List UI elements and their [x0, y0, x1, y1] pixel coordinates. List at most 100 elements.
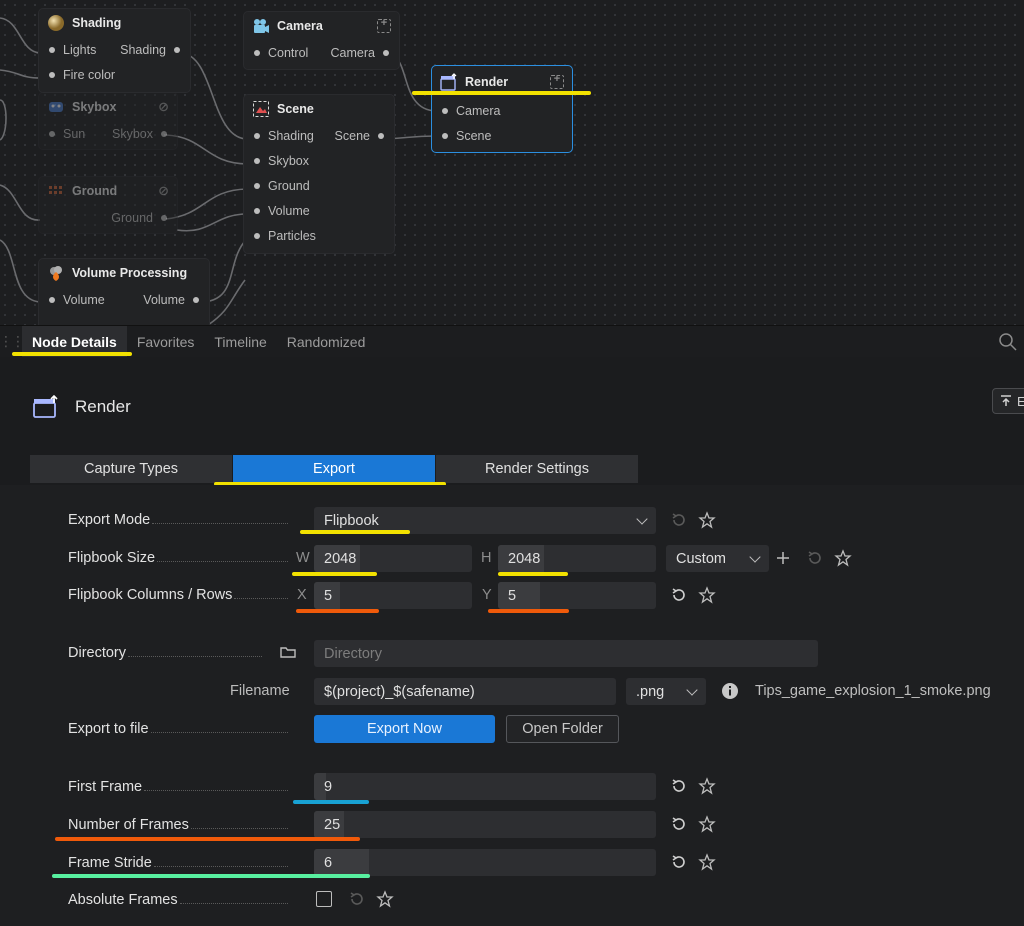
mute-icon[interactable]: ⊘: [158, 183, 169, 199]
port-label: Volume: [268, 203, 310, 218]
input-port[interactable]: [254, 182, 260, 189]
export-now-button[interactable]: Export Now: [314, 715, 495, 743]
star-icon[interactable]: [376, 890, 394, 908]
absolute-frames-label: Absolute Frames: [68, 892, 290, 908]
star-icon[interactable]: [698, 586, 716, 604]
flipbook-size-preset-select[interactable]: Custom: [666, 545, 769, 572]
filename-input[interactable]: $(project)_$(safename): [314, 678, 616, 705]
camera-node-header[interactable]: Camera: [244, 12, 399, 40]
skybox-node[interactable]: Skybox ⊘ Sun Skybox: [38, 92, 178, 150]
star-icon[interactable]: [698, 777, 716, 795]
flipbook-rows-value: 5: [508, 587, 517, 604]
plus-icon[interactable]: [774, 549, 792, 567]
tab-timeline[interactable]: Timeline: [204, 326, 276, 358]
chevron-down-icon: [636, 512, 648, 525]
frame-stride-input[interactable]: 6: [314, 849, 656, 876]
camera-node[interactable]: Camera Control Camera: [243, 11, 400, 70]
volume-processing-node[interactable]: Volume Processing Volume Volume: [38, 258, 210, 325]
file-extension-select[interactable]: .png: [626, 678, 706, 705]
reset-icon[interactable]: [670, 853, 688, 871]
input-port[interactable]: [254, 232, 260, 239]
output-port[interactable]: [161, 130, 167, 137]
render-node[interactable]: Render Camera Scene: [431, 65, 573, 153]
flipbook-columns-input[interactable]: 5: [314, 582, 472, 609]
flipbook-height-input[interactable]: 2048: [498, 545, 656, 572]
input-port[interactable]: [49, 296, 55, 303]
input-port[interactable]: [49, 71, 55, 78]
star-icon[interactable]: [834, 549, 852, 567]
scene-node-row-skybox[interactable]: Skybox: [244, 148, 394, 173]
input-port[interactable]: [442, 107, 448, 114]
flipbook-rows-input[interactable]: 5: [498, 582, 656, 609]
input-port[interactable]: [49, 130, 55, 137]
reset-icon[interactable]: [670, 777, 688, 795]
input-port[interactable]: [442, 132, 448, 139]
camera-node-row-control[interactable]: Control Camera: [244, 40, 399, 65]
scene-node-header[interactable]: Scene: [244, 95, 394, 123]
annotation-underline: [52, 874, 370, 878]
input-port[interactable]: [254, 157, 260, 164]
ground-node-row-ground[interactable]: Ground: [39, 205, 177, 230]
flipbook-width-input[interactable]: 2048: [314, 545, 472, 572]
tab-export[interactable]: Export: [233, 455, 435, 483]
star-icon[interactable]: [698, 511, 716, 529]
volume-processing-node-row-volume[interactable]: Volume Volume: [39, 287, 209, 312]
focus-icon[interactable]: [550, 73, 564, 89]
star-icon[interactable]: [698, 853, 716, 871]
frame-stride-value: 6: [324, 854, 333, 871]
port-label: Particles: [268, 228, 316, 243]
tab-capture-types[interactable]: Capture Types: [30, 455, 232, 483]
reset-icon[interactable]: [670, 815, 688, 833]
skybox-node-header[interactable]: Skybox ⊘: [39, 93, 177, 121]
input-port[interactable]: [49, 46, 55, 53]
input-port[interactable]: [254, 207, 260, 214]
folder-icon[interactable]: [279, 643, 297, 661]
directory-input[interactable]: Directory: [314, 640, 818, 667]
number-of-frames-input[interactable]: 25: [314, 811, 656, 838]
info-icon[interactable]: [721, 682, 739, 700]
width-axis-label: W: [296, 550, 310, 566]
scene-node-row-shading[interactable]: Shading Scene: [244, 123, 394, 148]
mute-icon[interactable]: ⊘: [158, 99, 169, 115]
scene-node-row-ground[interactable]: Ground: [244, 173, 394, 198]
shading-node[interactable]: Shading Lights Shading Fire color: [38, 8, 191, 93]
export-preset-button[interactable]: E: [992, 388, 1024, 414]
skybox-node-row-sun[interactable]: Sun Skybox: [39, 121, 177, 146]
ground-node-title: Ground: [72, 184, 118, 198]
focus-icon[interactable]: [377, 17, 391, 33]
scene-node-row-particles[interactable]: Particles: [244, 223, 394, 248]
output-port[interactable]: [161, 214, 167, 221]
shading-node-row-fire-color[interactable]: Fire color: [39, 62, 190, 87]
reset-icon[interactable]: [348, 890, 366, 908]
scene-node-row-volume[interactable]: Volume: [244, 198, 394, 223]
rows-axis-label: Y: [482, 587, 492, 603]
output-port[interactable]: [383, 49, 389, 56]
absolute-frames-checkbox[interactable]: [316, 891, 332, 907]
shading-node-row-lights[interactable]: Lights Shading: [39, 37, 190, 62]
reset-icon[interactable]: [806, 549, 824, 567]
reset-icon[interactable]: [670, 511, 688, 529]
first-frame-input[interactable]: 9: [314, 773, 656, 800]
output-port[interactable]: [174, 46, 180, 53]
star-icon[interactable]: [698, 815, 716, 833]
input-port[interactable]: [254, 132, 260, 139]
reset-icon[interactable]: [670, 586, 688, 604]
search-icon[interactable]: [998, 332, 1018, 352]
output-port[interactable]: [378, 132, 384, 139]
shading-node-header[interactable]: Shading: [39, 9, 190, 37]
scene-node[interactable]: Scene Shading Scene Skybox Ground Volume…: [243, 94, 395, 254]
tab-favorites[interactable]: Favorites: [127, 326, 205, 358]
export-properties: Export Mode Flipbook Flipbook Size W 204…: [0, 485, 1024, 926]
ground-node[interactable]: Ground ⊘ Ground: [38, 176, 178, 234]
tab-render-settings[interactable]: Render Settings: [436, 455, 638, 483]
ground-node-header[interactable]: Ground ⊘: [39, 177, 177, 205]
render-node-row-camera[interactable]: Camera: [432, 98, 572, 123]
volume-processing-node-header[interactable]: Volume Processing: [39, 259, 209, 287]
open-folder-button[interactable]: Open Folder: [506, 715, 619, 743]
output-port[interactable]: [193, 296, 199, 303]
node-graph-canvas[interactable]: Shading Lights Shading Fire color Skybox…: [0, 0, 1024, 325]
panel-tab-bar: ⋮⋮ Node Details Favorites Timeline Rando…: [0, 325, 1024, 358]
input-port[interactable]: [254, 49, 260, 56]
render-node-row-scene[interactable]: Scene: [432, 123, 572, 148]
tab-randomized[interactable]: Randomized: [277, 326, 376, 358]
